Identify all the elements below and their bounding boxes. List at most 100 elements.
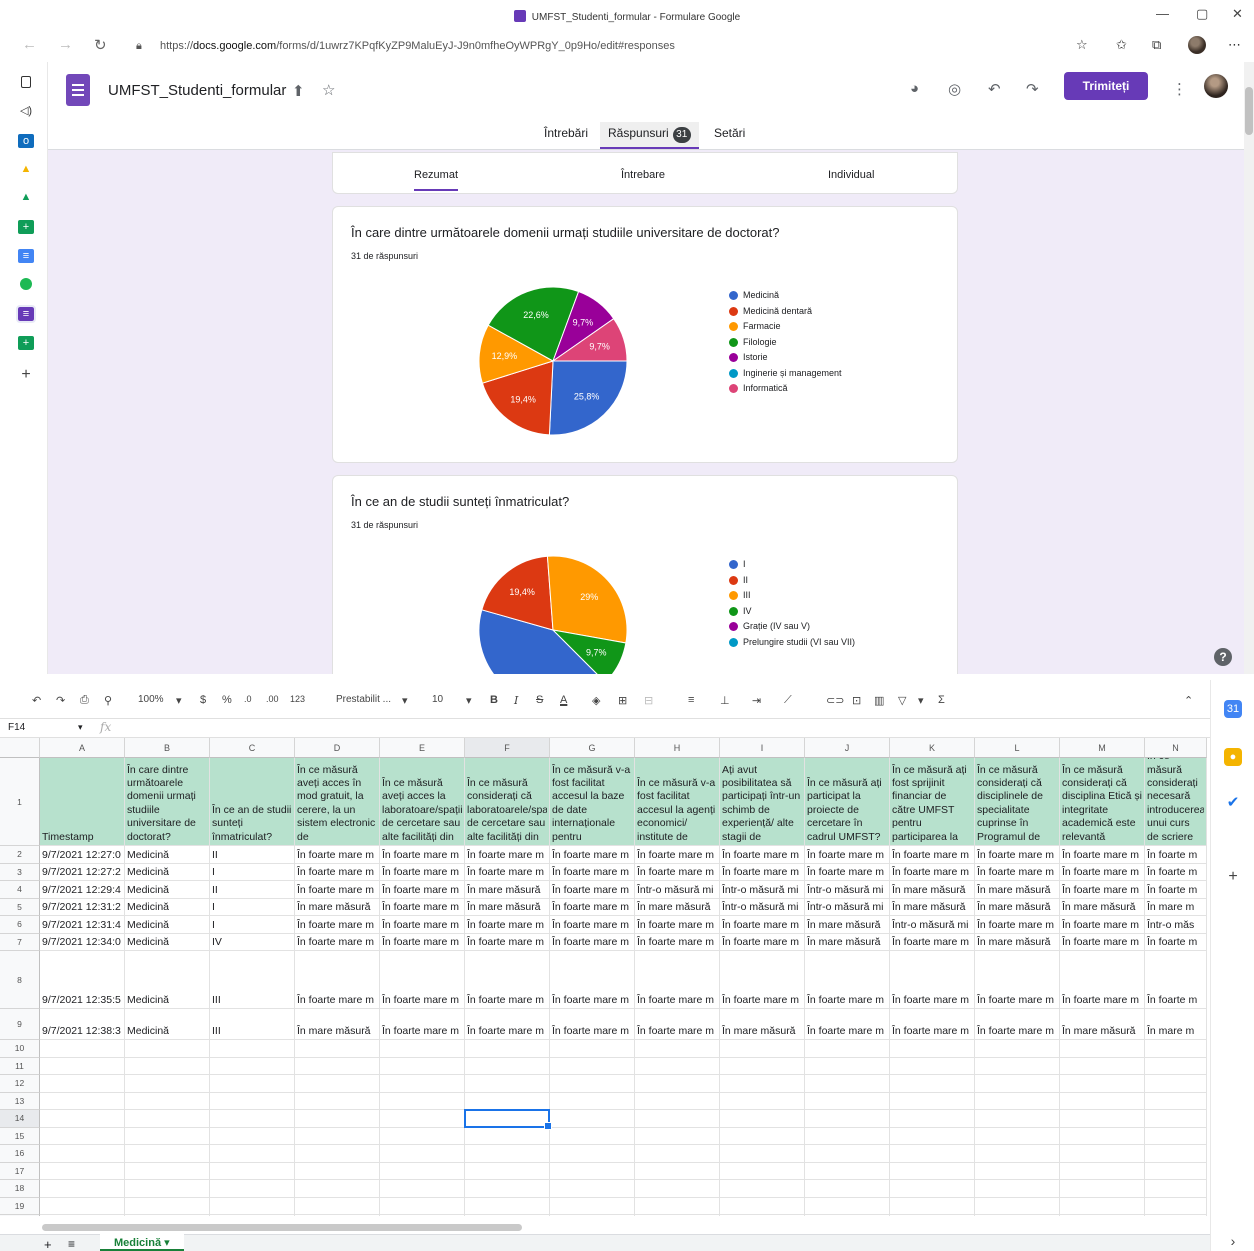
table-cell[interactable]: [890, 1040, 975, 1058]
forms-scrollbar[interactable]: [1244, 62, 1254, 674]
table-cell[interactable]: [1060, 1215, 1145, 1216]
docs-icon[interactable]: ≡: [18, 249, 34, 263]
table-cell[interactable]: [380, 1127, 465, 1145]
table-cell[interactable]: În mare măsură: [465, 881, 550, 899]
header-cell[interactable]: În ce măsură considerați că laboratoarel…: [465, 758, 550, 846]
table-cell[interactable]: [1060, 1075, 1145, 1093]
column-header[interactable]: L: [975, 738, 1060, 758]
table-cell[interactable]: În mare m: [1145, 1009, 1207, 1040]
font-size-select[interactable]: 10: [432, 694, 443, 705]
table-cell[interactable]: [720, 1092, 805, 1110]
table-cell[interactable]: [635, 1215, 720, 1216]
tabs-icon[interactable]: [21, 76, 31, 88]
table-cell[interactable]: II: [210, 881, 295, 899]
table-cell[interactable]: În foarte mare m: [380, 898, 465, 916]
sheets-icon[interactable]: +: [18, 220, 34, 234]
table-cell[interactable]: [465, 1092, 550, 1110]
table-cell[interactable]: [210, 1127, 295, 1145]
table-cell[interactable]: [380, 1110, 465, 1128]
column-header[interactable]: A: [40, 738, 125, 758]
table-cell[interactable]: În foarte mare m: [1060, 863, 1145, 881]
column-header[interactable]: M: [1060, 738, 1145, 758]
table-cell[interactable]: [720, 1162, 805, 1180]
column-header[interactable]: E: [380, 738, 465, 758]
forms-icon[interactable]: ≡: [16, 305, 36, 323]
table-cell[interactable]: [125, 1040, 210, 1058]
table-cell[interactable]: Medicină: [125, 846, 210, 864]
table-cell[interactable]: În foarte mare m: [380, 916, 465, 934]
row-header[interactable]: 20: [0, 1215, 40, 1216]
row-header[interactable]: 10: [0, 1040, 40, 1058]
decrease-decimal-button[interactable]: .0: [244, 694, 252, 704]
table-cell[interactable]: IV: [210, 933, 295, 951]
table-cell[interactable]: [720, 1197, 805, 1215]
name-box[interactable]: F14: [8, 722, 25, 733]
table-cell[interactable]: În foarte mare m: [805, 863, 890, 881]
whatsapp-icon[interactable]: [20, 278, 32, 290]
table-cell[interactable]: În foarte mare m: [1060, 916, 1145, 934]
table-cell[interactable]: În mare măsură: [805, 933, 890, 951]
table-cell[interactable]: [1145, 1092, 1207, 1110]
table-cell[interactable]: În foarte mare m: [975, 846, 1060, 864]
table-cell[interactable]: [125, 1180, 210, 1198]
outlook-icon[interactable]: o: [18, 134, 34, 148]
table-cell[interactable]: [1145, 1040, 1207, 1058]
link-icon[interactable]: ⊂⊃: [826, 694, 844, 707]
table-cell[interactable]: În foarte mare m: [890, 933, 975, 951]
column-header[interactable]: F: [465, 738, 550, 758]
table-cell[interactable]: [40, 1215, 125, 1216]
table-cell[interactable]: În foarte mare m: [550, 951, 635, 1009]
borders-icon[interactable]: ⊞: [618, 694, 627, 707]
table-cell[interactable]: [380, 1040, 465, 1058]
table-cell[interactable]: În mare măsură: [890, 881, 975, 899]
tab-settings[interactable]: Setări: [714, 126, 745, 140]
table-cell[interactable]: [1145, 1075, 1207, 1093]
move-to-folder-icon[interactable]: ⬆: [292, 82, 305, 100]
add-sheet-button[interactable]: +: [44, 1237, 52, 1251]
table-cell[interactable]: [210, 1197, 295, 1215]
table-cell[interactable]: [975, 1110, 1060, 1128]
table-cell[interactable]: [635, 1075, 720, 1093]
table-cell[interactable]: [125, 1110, 210, 1128]
header-cell[interactable]: În ce an de studii sunteți înmatriculat?: [210, 758, 295, 846]
form-title[interactable]: UMFST_Studenti_formular: [108, 82, 286, 99]
preview-eye-icon[interactable]: ◎: [948, 80, 961, 98]
row-header[interactable]: 5: [0, 898, 40, 916]
account-avatar[interactable]: [1204, 74, 1228, 98]
column-header[interactable]: K: [890, 738, 975, 758]
table-cell[interactable]: În mare măsură: [465, 898, 550, 916]
table-cell[interactable]: [295, 1075, 380, 1093]
subtab-summary[interactable]: Rezumat: [414, 169, 459, 191]
chart-icon[interactable]: ▥: [874, 694, 884, 707]
table-cell[interactable]: [550, 1075, 635, 1093]
row-header[interactable]: 11: [0, 1057, 40, 1075]
table-cell[interactable]: [975, 1092, 1060, 1110]
table-cell[interactable]: [1060, 1040, 1145, 1058]
table-cell[interactable]: [805, 1180, 890, 1198]
table-cell[interactable]: [550, 1127, 635, 1145]
table-cell[interactable]: 9/7/2021 12:35:5: [40, 951, 125, 1009]
table-cell[interactable]: [550, 1110, 635, 1128]
table-cell[interactable]: În foarte mare m: [635, 933, 720, 951]
table-cell[interactable]: III: [210, 951, 295, 1009]
table-cell[interactable]: [890, 1075, 975, 1093]
table-cell[interactable]: [805, 1092, 890, 1110]
merge-cells-icon[interactable]: ⊟: [644, 694, 653, 707]
table-cell[interactable]: În foarte mare m: [1060, 881, 1145, 899]
table-cell[interactable]: [550, 1092, 635, 1110]
table-cell[interactable]: În foarte mare m: [295, 863, 380, 881]
table-cell[interactable]: [295, 1127, 380, 1145]
percent-button[interactable]: %: [222, 694, 232, 706]
row-header[interactable]: 14: [0, 1110, 40, 1128]
chevron-down-icon[interactable]: ▾: [176, 694, 182, 707]
row-header[interactable]: 16: [0, 1145, 40, 1163]
table-cell[interactable]: [380, 1215, 465, 1216]
table-cell[interactable]: [635, 1162, 720, 1180]
table-cell[interactable]: [465, 1180, 550, 1198]
table-cell[interactable]: [465, 1215, 550, 1216]
table-cell[interactable]: În foarte mare m: [380, 846, 465, 864]
table-cell[interactable]: În foarte mare m: [550, 846, 635, 864]
table-cell[interactable]: În foarte mare m: [720, 863, 805, 881]
table-cell[interactable]: Medicină: [125, 881, 210, 899]
table-cell[interactable]: [40, 1162, 125, 1180]
